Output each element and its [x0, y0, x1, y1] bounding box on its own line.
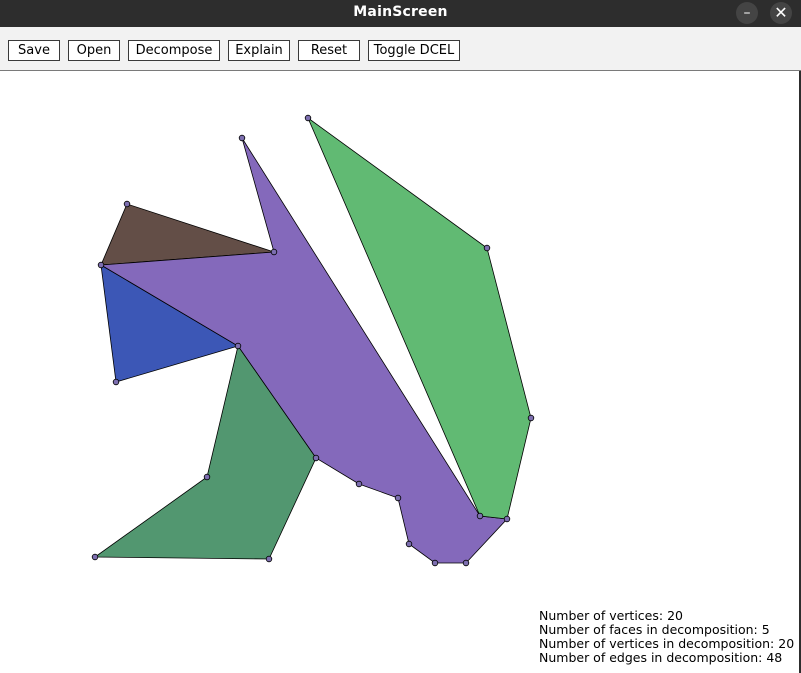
vertex-point: [304, 114, 312, 122]
window-title: MainScreen: [353, 4, 448, 20]
vertex-count: Number of vertices: 20: [539, 608, 683, 623]
vertex-point: [123, 200, 131, 208]
vertex-point: [238, 134, 246, 142]
vertex-point: [355, 480, 363, 488]
decomposition-edge-count: Number of edges in decomposition: 48: [539, 650, 783, 665]
vertex-point: [476, 512, 484, 520]
decomposition-vertex-count: Number of vertices in decomposition: 20: [539, 636, 795, 651]
save-button[interactable]: Save: [8, 40, 60, 61]
vertex-point: [394, 494, 402, 502]
vertex-point: [462, 559, 470, 567]
decompose-button[interactable]: Decompose: [128, 40, 220, 61]
vertex-point: [112, 378, 120, 386]
vertex-point: [91, 553, 99, 561]
vertex-point: [270, 248, 278, 256]
vertex-point: [483, 244, 491, 252]
vertex-point: [431, 559, 439, 567]
toggle-dcel-button[interactable]: Toggle DCEL: [368, 40, 460, 61]
vertex-point: [527, 414, 535, 422]
statistics-panel: Number of vertices: 20 Number of faces i…: [539, 609, 794, 665]
vertex-point: [265, 555, 273, 563]
vertex-point: [312, 454, 320, 462]
reset-button[interactable]: Reset: [298, 40, 360, 61]
vertex-point: [503, 515, 511, 523]
drawing-canvas[interactable]: Number of vertices: 20 Number of faces i…: [0, 71, 801, 673]
vertex-point: [234, 342, 242, 350]
vertex-point: [97, 261, 105, 269]
vertex-point: [203, 473, 211, 481]
polygon-drawing[interactable]: [0, 71, 801, 673]
face-count: Number of faces in decomposition: 5: [539, 622, 770, 637]
explain-button[interactable]: Explain: [228, 40, 290, 61]
minimize-icon[interactable]: –: [736, 2, 758, 24]
vertex-point: [405, 540, 413, 548]
open-button[interactable]: Open: [68, 40, 120, 61]
toolbar: Save Open Decompose Explain Reset Toggle…: [0, 27, 801, 71]
close-icon[interactable]: ✕: [770, 2, 792, 24]
title-bar: MainScreen – ✕: [0, 0, 801, 27]
